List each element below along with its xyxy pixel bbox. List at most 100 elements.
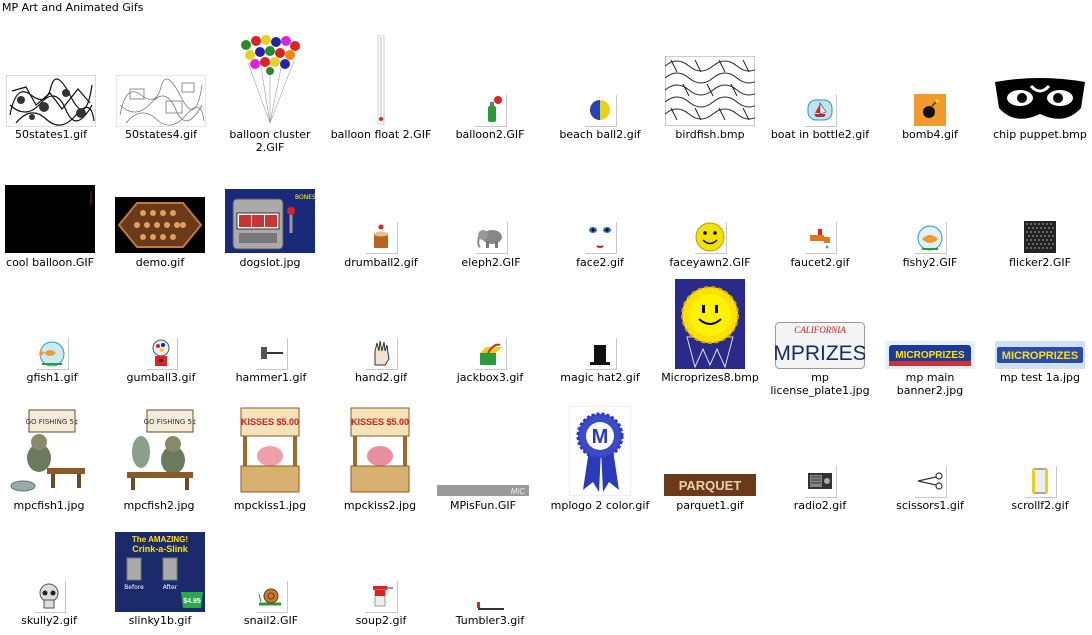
ad-title-1: The AMAZING! <box>132 535 188 544</box>
banner-text: MICROPRIZES <box>1002 350 1078 362</box>
bar-text: MiC <box>511 487 525 496</box>
file-name-label: eleph2.GIF <box>461 256 521 269</box>
hand-thumbnail <box>326 335 436 369</box>
faucet-thumbnail <box>765 219 875 253</box>
scissors-thumbnail <box>875 463 985 497</box>
file-name-label: mpcfish2.jpg <box>123 499 195 512</box>
sign-text: GO FISHING 5¢ <box>144 418 197 426</box>
boat-bottle-thumbnail <box>765 92 875 126</box>
sign-text: GO FISHING 5¢ <box>26 418 79 426</box>
file-name-label: snail2.GIF <box>243 614 299 627</box>
sign-text: PARQUET <box>679 478 742 493</box>
balloon-cluster-thumbnail <box>215 32 325 125</box>
file-name-label: skully2.gif <box>21 614 77 627</box>
file-name-label: chip puppet.bmp <box>993 128 1087 141</box>
file-name-label: Microprizes8.bmp <box>661 371 759 384</box>
snail-thumbnail <box>216 578 326 612</box>
sign-text: KISSES $5.00 <box>351 417 409 427</box>
kissing-booth-thumbnail: KISSES $5.00 <box>325 404 435 496</box>
file-name-label: cool balloon.GIF <box>6 256 94 269</box>
balloon-float-thumbnail <box>326 34 436 125</box>
file-name-label: mpcfish1.jpg <box>13 499 85 512</box>
file-name-label: hand2.gif <box>354 371 408 384</box>
demo-hexagon-thumbnail <box>105 195 215 253</box>
face-thumbnail <box>545 219 655 253</box>
ad-price: $4.95 <box>183 598 201 605</box>
file-name-label: mpckiss1.jpg <box>233 499 307 512</box>
fishing-cat-thumbnail: GO FISHING 5¢ <box>0 404 104 496</box>
ad-title-2: Crink-a-Slink <box>132 544 189 554</box>
file-name-label: Tumbler3.gif <box>455 614 525 627</box>
goldfish-bowl-thumbnail <box>0 335 107 369</box>
file-name-label: bomb4.gif <box>902 128 958 141</box>
file-name-label: beach ball2.gif <box>559 128 641 141</box>
chip-puppet-thumbnail <box>985 76 1092 126</box>
states-map-light-thumbnail <box>106 70 216 127</box>
banner-test-thumbnail: MICROPRIZES <box>985 338 1092 369</box>
file-name-label: faucet2.gif <box>790 256 850 269</box>
parquet-thumbnail: PARQUET <box>655 472 765 496</box>
tumbler-thumbnail <box>435 598 545 610</box>
file-name-label: demo.gif <box>135 256 185 269</box>
file-name-label: gumball3.gif <box>126 371 196 384</box>
file-name-label: mp license_plate1.jpg <box>770 371 870 397</box>
svg-text:BONES: BONES <box>295 194 315 201</box>
file-name-label: faceyawn2.GIF <box>669 256 751 269</box>
plate-number-text: MPRIZES <box>775 342 865 365</box>
license-plate-thumbnail: CALIFORNIA MPRIZES <box>765 320 875 369</box>
file-name-label: mp test 1a.jpg <box>999 371 1081 384</box>
sign-text: KISSES $5.00 <box>241 417 299 427</box>
file-name-label: parquet1.gif <box>676 499 744 512</box>
flicker-grid-thumbnail <box>985 219 1092 253</box>
drum-thumbnail <box>326 219 436 253</box>
scroll-thumbnail <box>985 463 1092 497</box>
gumball-machine-thumbnail <box>106 335 216 369</box>
file-name-label: hammer1.gif <box>235 371 307 384</box>
birdfish-pattern-thumbnail <box>655 54 765 126</box>
file-name-label: gfish1.gif <box>26 371 78 384</box>
banner-thumbnail: MICROPRIZES <box>875 338 985 369</box>
file-name-label: mplogo 2 color.gif <box>550 499 650 512</box>
microprizes-sun-badge-thumbnail <box>655 277 765 369</box>
fishing-cat-thumbnail: GO FISHING 5¢ <box>104 404 214 496</box>
file-name-label: birdfish.bmp <box>675 128 745 141</box>
slinky-ad-thumbnail: The AMAZING! Crink-a-Slink Before After … <box>105 530 215 612</box>
file-name-label: jackbox3.gif <box>456 371 524 384</box>
file-name-label: fishy2.GIF <box>902 256 958 269</box>
file-name-label: magic hat2.gif <box>560 371 640 384</box>
mpisfun-bar-thumbnail: MiC <box>428 484 538 496</box>
bomb-thumbnail <box>875 92 985 126</box>
soup-can-thumbnail <box>326 578 436 612</box>
logo-letter: M <box>592 426 609 448</box>
file-name-label: soup2.gif <box>355 614 407 627</box>
ad-after: After <box>163 584 178 591</box>
banner-text: MICROPRIZES <box>895 350 965 361</box>
file-name-label: balloon cluster 2.GIF <box>229 128 311 154</box>
file-name-label: drumball2.gif <box>344 256 418 269</box>
file-name-label: scrollf2.gif <box>1011 499 1069 512</box>
file-name-label: 50states1.gif <box>15 128 87 141</box>
skull-thumbnail <box>0 578 104 612</box>
elephant-thumbnail <box>436 219 546 253</box>
smiley-face-thumbnail <box>655 219 765 253</box>
file-name-label: slinky1b.gif <box>128 614 192 627</box>
states-map-dark-thumbnail <box>0 70 106 127</box>
file-name-label: 50states4.gif <box>125 128 197 141</box>
plate-state-text: CALIFORNIA <box>794 325 846 335</box>
jack-in-box-thumbnail <box>435 335 545 369</box>
file-name-label: boat in bottle2.gif <box>770 128 870 141</box>
file-name-label: radio2.gif <box>793 499 847 512</box>
file-name-label: flicker2.GIF <box>1009 256 1071 269</box>
radio-thumbnail <box>765 463 875 497</box>
file-name-label: MPisFun.GIF <box>450 499 516 512</box>
file-name-label: balloon float 2.GIF <box>330 128 432 141</box>
mp-logo-ribbon-thumbnail: M <box>545 404 655 496</box>
file-name-label: scissors1.gif <box>896 499 964 512</box>
file-name-label: balloon2.GIF <box>455 128 525 141</box>
dog-slot-machine-thumbnail: BONES <box>215 187 325 253</box>
file-name-label: dogslot.jpg <box>239 256 301 269</box>
file-name-label: mp main banner2.jpg <box>896 371 964 397</box>
hammer-thumbnail <box>216 335 326 369</box>
ad-before: Before <box>124 584 144 591</box>
fishbowl-thumbnail <box>875 219 985 253</box>
